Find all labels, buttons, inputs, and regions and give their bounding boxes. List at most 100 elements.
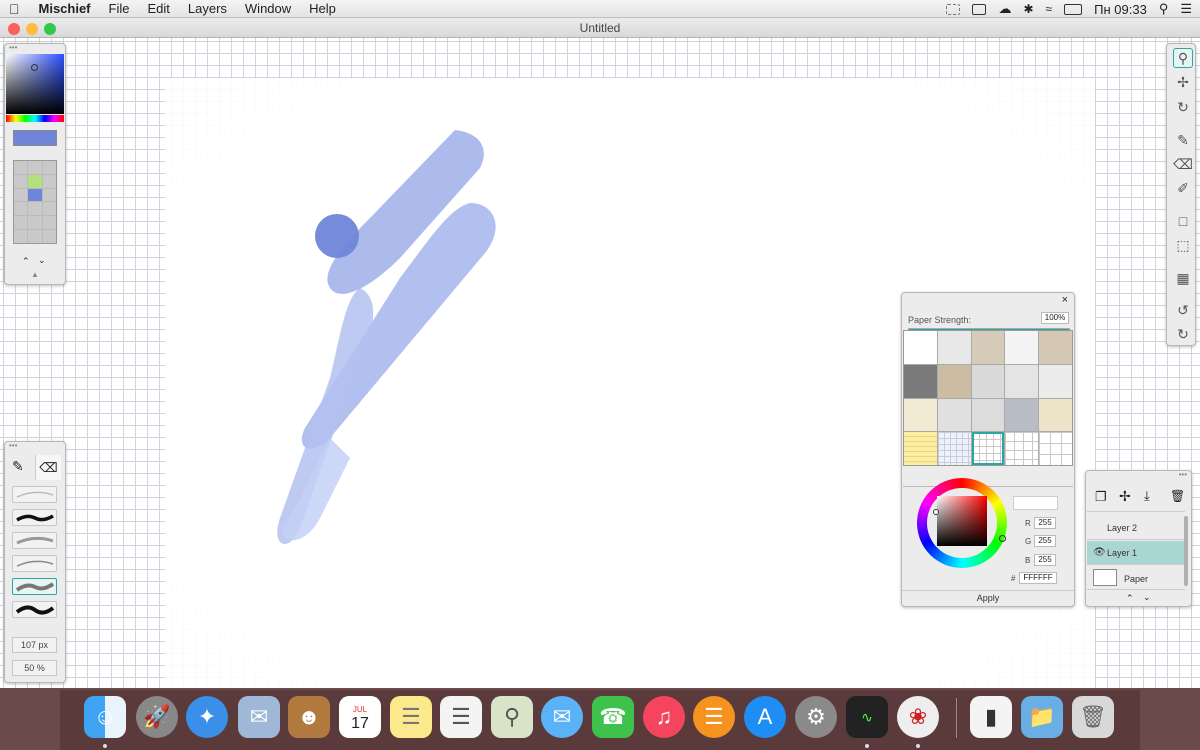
eraser-tool-icon[interactable]: ⌫	[35, 455, 61, 480]
brush-preset-6[interactable]	[12, 601, 57, 618]
menu-edit[interactable]: Edit	[138, 0, 178, 18]
color-palette-grid[interactable]	[13, 160, 57, 244]
paper-strength-field[interactable]: 100%	[1041, 312, 1069, 324]
hue-slider[interactable]	[6, 115, 64, 122]
system-preferences-icon[interactable]: ⚙	[795, 696, 837, 738]
palette-up-icon[interactable]: ⌃	[22, 256, 30, 267]
brush-preset-4[interactable]	[12, 555, 57, 572]
zoom-tool-icon[interactable]: ⚲	[1173, 48, 1193, 68]
running-indicator	[865, 744, 869, 748]
palette-down-icon[interactable]: ⌄	[38, 255, 46, 266]
window-title: Untitled	[579, 21, 621, 35]
close-panel-icon[interactable]: ×	[1062, 294, 1068, 306]
undo-icon[interactable]: ↺	[1173, 300, 1193, 320]
layer-up-icon[interactable]: ⌃	[1126, 593, 1134, 604]
divider	[902, 590, 1074, 591]
selection-tool-icon[interactable]: ⬚	[1173, 235, 1193, 255]
brush-size-field[interactable]: 107 px	[12, 637, 57, 653]
music-icon[interactable]: ♫	[643, 696, 685, 738]
redo-icon[interactable]: ↻	[1173, 324, 1193, 344]
eyedropper-tool-icon[interactable]: ✐	[1173, 178, 1193, 198]
layers-scrollbar[interactable]	[1184, 516, 1188, 586]
rotate-tool-icon[interactable]: ↻	[1173, 97, 1193, 117]
g-field[interactable]: 255	[1034, 535, 1056, 547]
clock[interactable]: Пн 09:33	[1094, 2, 1147, 17]
display-mirroring-icon[interactable]	[946, 3, 961, 15]
visibility-eye-icon[interactable]: 👁	[1093, 541, 1106, 565]
messages-icon[interactable]: ✉	[541, 696, 583, 738]
trash-icon[interactable]: 🗑	[1072, 696, 1114, 738]
new-layer-icon[interactable]: ❐	[1095, 489, 1107, 505]
zoom-window-button[interactable]	[44, 23, 56, 35]
color-square-handle[interactable]	[933, 509, 939, 515]
launchpad-icon[interactable]: 🚀	[136, 696, 178, 738]
paper-thumbnail	[1093, 569, 1117, 586]
export-image-icon[interactable]: ▦	[1173, 268, 1193, 288]
app-menu[interactable]: Mischief	[29, 0, 100, 18]
minimize-window-button[interactable]	[26, 23, 38, 35]
cloud-icon[interactable]: ☁	[998, 1, 1011, 17]
menu-layers[interactable]: Layers	[179, 0, 236, 18]
calendar-icon[interactable]: JUL 17	[339, 696, 381, 738]
move-tool-icon[interactable]: ✢	[1173, 72, 1193, 92]
reminders-icon[interactable]: ☰	[440, 696, 482, 738]
mail-icon[interactable]: ✉	[238, 696, 280, 738]
brush-opacity-field[interactable]: 50 %	[12, 660, 57, 676]
panel-grip[interactable]: •••	[5, 442, 65, 450]
contacts-icon[interactable]: ☻	[288, 696, 330, 738]
layer-down-icon[interactable]: ⌄	[1143, 592, 1151, 603]
hex-field[interactable]: FFFFFF	[1019, 572, 1057, 584]
notification-box-icon[interactable]	[972, 3, 987, 15]
finder-icon[interactable]: ☺	[84, 696, 126, 738]
books-icon[interactable]: ☰	[693, 696, 735, 738]
running-indicator	[916, 744, 920, 748]
menu-file[interactable]: File	[100, 0, 139, 18]
delete-layer-icon[interactable]: 🗑	[1170, 489, 1185, 503]
panel-grip[interactable]: •••	[1086, 471, 1191, 479]
brush-preset-3[interactable]	[12, 532, 57, 549]
menu-help[interactable]: Help	[300, 0, 345, 18]
brush-preset-2[interactable]	[12, 509, 57, 526]
notes-icon[interactable]: ☰	[390, 696, 432, 738]
rectangle-tool-icon[interactable]: □	[1173, 211, 1193, 231]
safari-icon[interactable]: ✦	[186, 696, 228, 738]
folder-icon[interactable]: 📁	[1021, 696, 1063, 738]
paper-texture-grid[interactable]	[903, 330, 1073, 466]
bluetooth-icon[interactable]: ✱	[1023, 2, 1033, 16]
layer-row[interactable]: Layer 2	[1087, 516, 1185, 540]
merge-down-icon[interactable]: ⤓	[1144, 488, 1150, 504]
facetime-icon[interactable]: ☎	[592, 696, 634, 738]
battery-icon[interactable]	[1064, 3, 1083, 15]
saturation-value-picker[interactable]	[6, 54, 64, 114]
mischief-app-icon[interactable]: ❀	[897, 696, 939, 738]
picker-handle[interactable]	[31, 64, 38, 71]
menu-window[interactable]: Window	[236, 0, 300, 18]
apply-button[interactable]: Apply	[902, 593, 1074, 603]
close-window-button[interactable]	[8, 23, 20, 35]
spotlight-search-icon[interactable]: ⚲	[1159, 1, 1169, 17]
brush-preset-5[interactable]	[12, 578, 57, 595]
panel-grip[interactable]: •••	[5, 44, 65, 52]
b-field[interactable]: 255	[1034, 554, 1056, 566]
brush-tool-icon[interactable]: ✎	[12, 458, 24, 475]
app-store-icon[interactable]: A	[744, 696, 786, 738]
wifi-icon[interactable]: ≈	[1046, 2, 1053, 16]
brush-tool-icon[interactable]: ✎	[1173, 130, 1193, 150]
brush-preset-1[interactable]	[12, 486, 57, 503]
hue-ring-handle[interactable]	[999, 535, 1006, 542]
downloads-stack-icon[interactable]: ▮	[970, 696, 1012, 738]
eraser-tool-icon[interactable]: ⌫	[1173, 154, 1193, 174]
r-field[interactable]: 255	[1034, 517, 1056, 529]
color-square[interactable]	[937, 496, 987, 546]
collapse-panel-icon[interactable]: ▲	[31, 270, 39, 279]
notification-center-icon[interactable]: ☰	[1180, 1, 1192, 17]
activity-monitor-icon[interactable]: ∿	[846, 696, 888, 738]
layer-row-selected[interactable]: 👁 Layer 1	[1087, 541, 1185, 565]
layer-row[interactable]: Paper	[1087, 566, 1185, 590]
r-label: R	[1025, 519, 1031, 528]
apple-menu-icon[interactable]: 	[0, 0, 29, 18]
move-layer-icon[interactable]: ✢	[1119, 488, 1131, 505]
maps-icon[interactable]: ⚲	[491, 696, 533, 738]
current-color-swatch[interactable]	[13, 130, 57, 146]
hash-label: #	[1011, 574, 1016, 583]
